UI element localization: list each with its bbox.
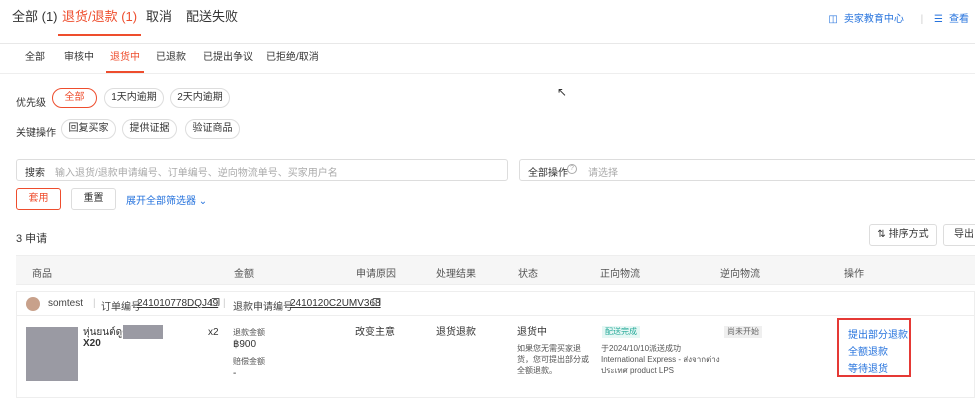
op-reply-buyer[interactable]: 回复买家 <box>61 119 116 139</box>
table-row: somtest | 订单编号 241010778DQJ49 ❐ | 退款申请编号… <box>16 291 975 398</box>
op-provide-evidence[interactable]: 提供证据 <box>122 119 177 139</box>
more-link[interactable]: 查看 <box>949 14 969 25</box>
col-product: 商品 <box>32 269 52 280</box>
expand-filters-link[interactable]: 展开全部筛选器 ⌄ <box>126 192 207 207</box>
priority-all[interactable]: 全部 <box>52 88 97 108</box>
all-ops-select[interactable]: 全部操作 ? 请选择 <box>519 159 975 181</box>
order-no[interactable]: 241010778DQJ49 <box>137 298 218 309</box>
op-verify-item[interactable]: 验证商品 <box>185 119 240 139</box>
subtab-refunded[interactable]: 已退款 <box>152 44 190 73</box>
product-qty: x2 <box>208 327 219 338</box>
col-status: 状态 <box>518 269 538 280</box>
await-return-link[interactable]: 等待退货 <box>848 360 888 375</box>
priority-label: 优先级 <box>16 98 46 109</box>
refund-amount: ฿900 <box>233 339 257 350</box>
subtab-reviewing[interactable]: 审核中 <box>60 44 98 73</box>
apply-button[interactable]: 套用 <box>16 188 61 210</box>
col-forward-logistics: 正向物流 <box>600 269 640 280</box>
table-header: 商品 金额 申请原因 处理结果 状态 正向物流 逆向物流 操作 <box>16 255 975 285</box>
avatar <box>26 297 40 311</box>
help-icon: ? <box>567 164 577 174</box>
refund-no[interactable]: 2410120C2UMV368 <box>290 298 381 309</box>
reason: 改变主意 <box>355 327 395 338</box>
priority-2day[interactable]: 2天内逾期 <box>170 88 230 108</box>
expand-filters-label: 展开全部筛选器 <box>126 196 196 207</box>
priority-1day[interactable]: 1天内逾期 <box>104 88 164 108</box>
col-amount: 金额 <box>234 269 254 280</box>
col-reason: 申请原因 <box>356 269 396 280</box>
main-panel: 全部 审核中 退货中 已退款 已提出争议 已拒绝/取消 优先级 全部 1天内逾期… <box>0 44 975 398</box>
sub-tabs: 全部 审核中 退货中 已退款 已提出争议 已拒绝/取消 <box>0 44 975 74</box>
refund-amount-label: 退款金额 <box>233 328 265 337</box>
divider: | <box>920 14 924 25</box>
search-placeholder: 输入退货/退款申请编号、订单编号、逆向物流单号、买家用户名 <box>55 168 338 179</box>
tab-cancel[interactable]: 取消 <box>142 0 176 36</box>
search-input[interactable]: 搜索 输入退货/退款申请编号、订单编号、逆向物流单号、买家用户名 <box>16 159 508 181</box>
divider: | <box>93 298 96 309</box>
partial-refund-link[interactable]: 提出部分退款 <box>848 326 908 341</box>
subtab-disputed[interactable]: 已提出争议 <box>199 44 257 73</box>
top-tabs: 全部 (1) 退货/退款 (1) 取消 配送失败 ◫ 卖家教育中心 | ☰ 查看 <box>0 0 975 44</box>
product-image <box>26 327 78 381</box>
sort-label: 排序方式 <box>888 229 929 240</box>
order-header: somtest | 订单编号 241010778DQJ49 ❐ | 退款申请编号… <box>17 292 975 316</box>
tab-delivery-failed[interactable]: 配送失败 <box>182 0 242 36</box>
tab-all[interactable]: 全部 (1) <box>8 0 62 36</box>
refund-no-link[interactable]: 2410120C2UMV368 <box>290 298 381 309</box>
sort-button[interactable]: ⇅ 排序方式 <box>869 224 937 246</box>
seller-edu-link[interactable]: 卖家教育中心 <box>844 14 904 25</box>
forward-status-badge: 配送完成 <box>602 326 640 338</box>
search-label: 搜索 <box>25 168 45 179</box>
export-button[interactable]: 导出 <box>943 224 975 246</box>
subtab-returning[interactable]: 退货中 <box>106 44 144 73</box>
col-reverse-logistics: 逆向物流 <box>720 269 760 280</box>
mouse-cursor-icon: ↖ <box>557 85 568 99</box>
result: 退货退款 <box>436 327 476 338</box>
reset-button[interactable]: 重置 <box>71 188 116 210</box>
tab-return-refund[interactable]: 退货/退款 (1) <box>58 0 142 36</box>
comp-amount-label: 赔偿金额 <box>233 357 265 366</box>
status-desc-3: 全额退款。 <box>517 366 557 375</box>
order-no-label: 订单编号 <box>101 302 141 313</box>
copy-icon[interactable]: ❐ <box>211 298 220 309</box>
full-refund-link[interactable]: 全额退款 <box>848 343 888 358</box>
comp-amount: - <box>233 368 237 379</box>
all-ops-label: 全部操作 <box>528 168 568 179</box>
list-icon: ☰ <box>934 14 943 25</box>
book-icon: ◫ <box>828 14 838 25</box>
status: 退货中 <box>517 327 547 338</box>
order-no-link[interactable]: 241010778DQJ49 <box>137 298 218 309</box>
subtab-rejected[interactable]: 已拒绝/取消 <box>262 44 323 73</box>
buyer-username[interactable]: somtest <box>48 298 83 309</box>
col-result: 处理结果 <box>436 269 476 280</box>
sort-icon: ⇅ <box>877 229 886 240</box>
top-links: ◫ 卖家教育中心 | ☰ 查看 <box>828 10 975 25</box>
key-ops-label: 关键操作 <box>16 128 56 139</box>
refund-no-label: 退款申请编号 <box>233 302 293 313</box>
forward-line-3: ประเทศ product LPS <box>601 366 675 375</box>
request-count: 3 申请 <box>16 233 48 245</box>
reverse-status-badge: 尚未开始 <box>724 326 762 338</box>
product-name-redacted <box>123 325 163 339</box>
col-actions: 操作 <box>844 269 864 280</box>
copy-icon[interactable]: ❐ <box>372 298 381 309</box>
divider: | <box>223 298 226 309</box>
product-variant: X20 <box>83 338 101 349</box>
actions-box: 提出部分退款 全额退款 等待退货 <box>837 318 911 377</box>
subtab-all[interactable]: 全部 <box>21 44 49 73</box>
all-ops-placeholder: 请选择 <box>588 168 618 179</box>
chevron-down-icon: ⌄ <box>198 196 208 207</box>
